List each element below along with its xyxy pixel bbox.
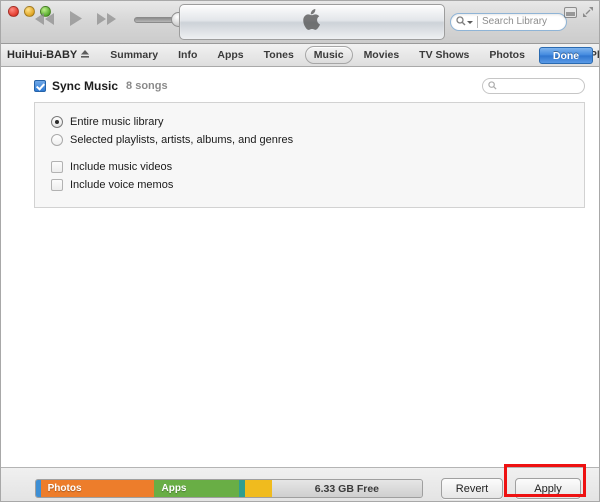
sync-music-checkbox[interactable] (34, 80, 46, 92)
close-window-button[interactable] (8, 6, 19, 17)
sync-music-label: Sync Music (52, 79, 119, 93)
tab-photos[interactable]: Photos (480, 46, 534, 64)
storage-capacity-bar: Photos Apps 6.33 GB Free (35, 479, 423, 498)
include-voice-memos-label: Include voice memos (70, 179, 174, 191)
tab-info[interactable]: Info (169, 46, 206, 64)
fast-forward-icon[interactable] (96, 12, 118, 31)
capacity-segment-apps: Apps (154, 480, 240, 497)
play-icon[interactable] (68, 10, 84, 32)
search-scope-chevron-down-icon[interactable] (467, 20, 473, 24)
done-button[interactable]: Done (539, 47, 593, 64)
music-sync-pane: Sync Music 8 songs Entire music library … (1, 67, 599, 467)
rewind-icon[interactable] (34, 12, 56, 31)
option-entire-music-library[interactable]: Entire music library (51, 113, 584, 131)
playback-controls (34, 10, 118, 32)
capacity-segment-photos-label: Photos (47, 483, 82, 494)
library-search-placeholder: Search Library (477, 16, 547, 28)
tab-tones[interactable]: Tones (255, 46, 303, 64)
options-spacer (51, 149, 584, 158)
option-include-voice-memos[interactable]: Include voice memos (51, 176, 584, 194)
include-music-videos-label: Include music videos (70, 161, 173, 173)
search-icon (456, 13, 466, 31)
itunes-window: Search Library HuiHui-BABY Summary Info … (0, 0, 600, 502)
capacity-segment-audio (244, 480, 272, 497)
eject-icon[interactable] (80, 46, 90, 64)
tab-tv-shows[interactable]: TV Shows (410, 46, 478, 64)
tab-apps[interactable]: Apps (208, 46, 252, 64)
entire-library-radio[interactable] (51, 116, 63, 128)
status-bar: Photos Apps 6.33 GB Free Revert Apply (1, 467, 599, 501)
library-search-field[interactable]: Search Library (450, 13, 567, 31)
now-playing-display (179, 4, 445, 40)
selected-playlists-radio[interactable] (51, 134, 63, 146)
selected-playlists-label: Selected playlists, artists, albums, and… (70, 134, 294, 146)
entire-library-label: Entire music library (70, 116, 164, 128)
fullscreen-icon[interactable] (582, 5, 594, 23)
revert-button[interactable]: Revert (441, 478, 503, 499)
option-include-music-videos[interactable]: Include music videos (51, 158, 584, 176)
tab-movies[interactable]: Movies (355, 46, 409, 64)
apply-button[interactable]: Apply (515, 478, 581, 499)
music-search-field[interactable] (482, 78, 585, 94)
tab-music[interactable]: Music (304, 46, 353, 64)
window-titlebar: Search Library (1, 1, 599, 44)
capacity-segment-apps-label: Apps (161, 483, 187, 494)
sync-music-song-count: 8 songs (126, 80, 168, 92)
include-voice-memos-checkbox[interactable] (51, 179, 63, 191)
device-tab-bar: HuiHui-BABY Summary Info Apps Tones Musi… (1, 44, 599, 67)
music-sync-options-panel: Entire music library Selected playlists,… (34, 102, 585, 208)
apple-logo-icon (303, 9, 321, 35)
window-mode-icons (564, 5, 594, 23)
volume-slider[interactable] (134, 12, 186, 27)
free-space-label: 6.33 GB Free (314, 482, 379, 495)
capacity-segment-free: 6.33 GB Free (271, 480, 422, 497)
option-selected-playlists[interactable]: Selected playlists, artists, albums, and… (51, 131, 584, 149)
include-music-videos-checkbox[interactable] (51, 161, 63, 173)
search-icon (488, 77, 497, 95)
mini-player-icon[interactable] (564, 5, 577, 23)
device-name: HuiHui-BABY (7, 49, 78, 61)
capacity-segment-photos: Photos (40, 480, 155, 497)
tab-summary[interactable]: Summary (101, 46, 167, 64)
